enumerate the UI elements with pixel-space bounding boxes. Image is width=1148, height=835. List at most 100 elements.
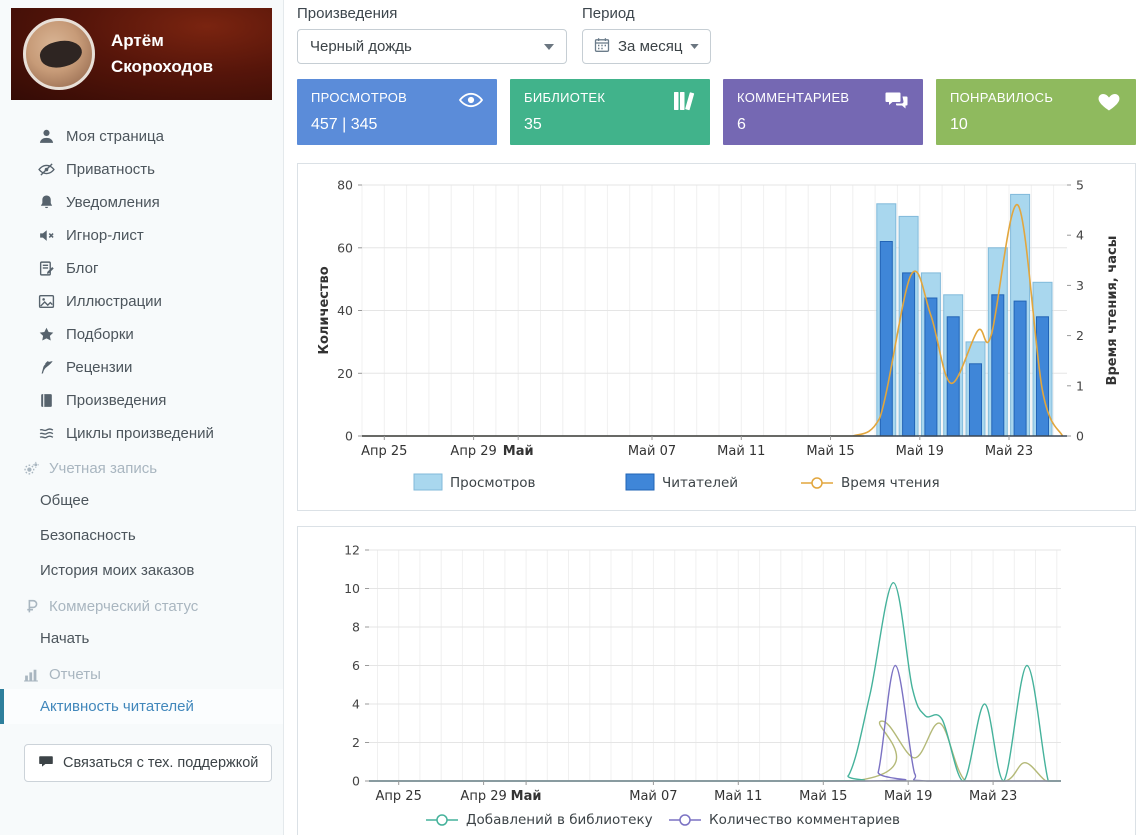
period-filter: Период За месяц bbox=[582, 5, 712, 64]
sidebar-item-general[interactable]: Общее bbox=[0, 483, 283, 518]
main-content: Произведения Черный дождь Период За меся… bbox=[284, 0, 1148, 835]
svg-text:Добавлений в библиотеку: Добавлений в библиотеку bbox=[466, 812, 653, 828]
svg-text:Количество комментариев: Количество комментариев bbox=[709, 812, 900, 828]
svg-text:0: 0 bbox=[345, 429, 353, 444]
works-filter: Произведения Черный дождь bbox=[297, 5, 567, 64]
series-Добавлений в библиотеку bbox=[369, 581, 1061, 782]
sidebar-item-notifications[interactable]: Уведомления bbox=[0, 186, 283, 219]
works-filter-label: Произведения bbox=[297, 5, 398, 22]
likes-stat-value: 10 bbox=[950, 116, 968, 133]
library-comments-chart-panel: Апр 25 Апр 29 Май Май 07 Май 11 Май 15 Май 19 М… bbox=[297, 526, 1136, 835]
sidebar-item-my-page[interactable]: Моя страница bbox=[0, 120, 283, 153]
comments-stat-card: КОММЕНТАРИЕВ 6 bbox=[723, 79, 923, 145]
libraries-stat-value: 35 bbox=[524, 116, 542, 133]
support-button-label: Связаться с тех. поддержкой bbox=[63, 755, 259, 771]
period-button[interactable]: За месяц bbox=[582, 29, 712, 64]
views-stat-card: ПРОСМОТРОВ 457 | 345 bbox=[297, 79, 497, 145]
sidebar-section-label: Отчеты bbox=[49, 666, 101, 683]
svg-text:Май 11: Май 11 bbox=[714, 789, 762, 804]
sidebar-item-label: Произведения bbox=[66, 392, 167, 409]
quill-icon bbox=[38, 359, 55, 376]
period-filter-label: Период bbox=[582, 5, 635, 22]
svg-text:Время чтения: Время чтения bbox=[841, 475, 940, 491]
sidebar-section-account: Учетная запись bbox=[0, 450, 283, 483]
svg-text:20: 20 bbox=[337, 366, 353, 381]
bell-icon bbox=[38, 194, 55, 211]
svg-text:12: 12 bbox=[344, 543, 360, 558]
image-icon bbox=[38, 293, 55, 310]
sidebar-item-label: Моя страница bbox=[66, 128, 164, 145]
sidebar-item-reviews[interactable]: Рецензии bbox=[0, 351, 283, 384]
svg-text:6: 6 bbox=[352, 658, 360, 673]
svg-text:60: 60 bbox=[337, 240, 353, 255]
svg-text:Апр 29: Апр 29 bbox=[460, 789, 506, 804]
svg-text:Читателей: Читателей bbox=[662, 475, 738, 491]
sidebar-item-label: Блог bbox=[66, 260, 99, 277]
period-button-value: За месяц bbox=[618, 38, 683, 55]
chart-legend: Просмотров Читателей Время чтения bbox=[413, 473, 940, 491]
svg-text:1: 1 bbox=[1076, 378, 1084, 393]
svg-text:Май 11: Май 11 bbox=[717, 444, 765, 459]
star-icon bbox=[38, 326, 55, 343]
chat-icon bbox=[38, 753, 54, 773]
views-readers-chart: Апр 25 Апр 29 Май Май 07 Май 11 Май 15 Май 19 М… bbox=[298, 164, 1135, 510]
avatar bbox=[23, 18, 95, 90]
calendar-icon bbox=[594, 37, 610, 57]
svg-text:4: 4 bbox=[352, 697, 360, 712]
svg-text:Количество: Количество bbox=[317, 266, 332, 354]
chart-legend: Добавлений в библиотеку Количество коммен… bbox=[426, 812, 900, 828]
svg-text:Май 15: Май 15 bbox=[799, 789, 847, 804]
blog-icon bbox=[38, 260, 55, 277]
sidebar-item-illustrations[interactable]: Иллюстрации bbox=[0, 285, 283, 318]
works-select[interactable]: Черный дождь bbox=[297, 29, 567, 64]
svg-text:Май 07: Май 07 bbox=[628, 444, 676, 459]
svg-text:2: 2 bbox=[352, 735, 360, 750]
svg-text:Май: Май bbox=[511, 789, 542, 804]
sidebar-item-privacy[interactable]: Приватность bbox=[0, 153, 283, 186]
eye-slash-icon bbox=[38, 161, 55, 178]
stack-icon bbox=[38, 425, 55, 442]
sidebar-item-label: Уведомления bbox=[66, 194, 160, 211]
svg-text:Май 19: Май 19 bbox=[884, 789, 932, 804]
svg-text:10: 10 bbox=[344, 581, 360, 596]
svg-text:Время чтения, часы: Время чтения, часы bbox=[1105, 236, 1120, 386]
sidebar-item-reader-activity[interactable]: Активность читателей bbox=[0, 689, 283, 724]
views-readers-chart-panel: Апр 25 Апр 29 Май Май 07 Май 11 Май 15 Май 19 М… bbox=[297, 163, 1136, 511]
sidebar-item-ignore-list[interactable]: Игнор-лист bbox=[0, 219, 283, 252]
svg-text:4: 4 bbox=[1076, 228, 1084, 243]
profile-header[interactable]: Артём Скороходов bbox=[11, 8, 272, 100]
chevron-down-icon bbox=[544, 43, 554, 50]
sidebar-item-label: Приватность bbox=[66, 161, 155, 178]
sidebar-item-order-history[interactable]: История моих заказов bbox=[0, 553, 283, 588]
sidebar-item-start-commercial[interactable]: Начать bbox=[0, 621, 283, 656]
svg-text:Апр 25: Апр 25 bbox=[376, 789, 422, 804]
sidebar-item-work-cycles[interactable]: Циклы произведений bbox=[0, 417, 283, 450]
svg-text:Просмотров: Просмотров bbox=[450, 475, 536, 491]
likes-stat-card: ПОНРАВИЛОСЬ 10 bbox=[936, 79, 1136, 145]
mute-icon bbox=[38, 227, 55, 244]
user-icon bbox=[38, 128, 55, 145]
book-icon bbox=[38, 392, 55, 409]
svg-text:Май 15: Май 15 bbox=[806, 444, 854, 459]
sidebar-item-collections[interactable]: Подборки bbox=[0, 318, 283, 351]
svg-text:Май 07: Май 07 bbox=[629, 789, 677, 804]
sidebar-section-label: Учетная запись bbox=[49, 460, 158, 477]
filters-row: Произведения Черный дождь Период За меся… bbox=[297, 5, 1136, 64]
svg-text:40: 40 bbox=[337, 303, 353, 318]
books-icon bbox=[671, 90, 697, 112]
svg-text:5: 5 bbox=[1076, 178, 1084, 193]
sidebar-item-security[interactable]: Безопасность bbox=[0, 518, 283, 553]
bar-chart-icon bbox=[23, 666, 40, 683]
works-select-value: Черный дождь bbox=[310, 38, 412, 55]
svg-text:Апр 29: Апр 29 bbox=[450, 444, 496, 459]
sidebar-item-blog[interactable]: Блог bbox=[0, 252, 283, 285]
sidebar-item-label: Игнор-лист bbox=[66, 227, 144, 244]
support-button[interactable]: Связаться с тех. поддержкой bbox=[24, 744, 273, 782]
sidebar-item-label: Рецензии bbox=[66, 359, 133, 376]
sidebar-item-label: Циклы произведений bbox=[66, 425, 214, 442]
svg-text:0: 0 bbox=[1076, 429, 1084, 444]
svg-text:2: 2 bbox=[1076, 328, 1084, 343]
svg-text:Май: Май bbox=[503, 444, 534, 459]
svg-text:Май 19: Май 19 bbox=[896, 444, 944, 459]
sidebar-item-works[interactable]: Произведения bbox=[0, 384, 283, 417]
